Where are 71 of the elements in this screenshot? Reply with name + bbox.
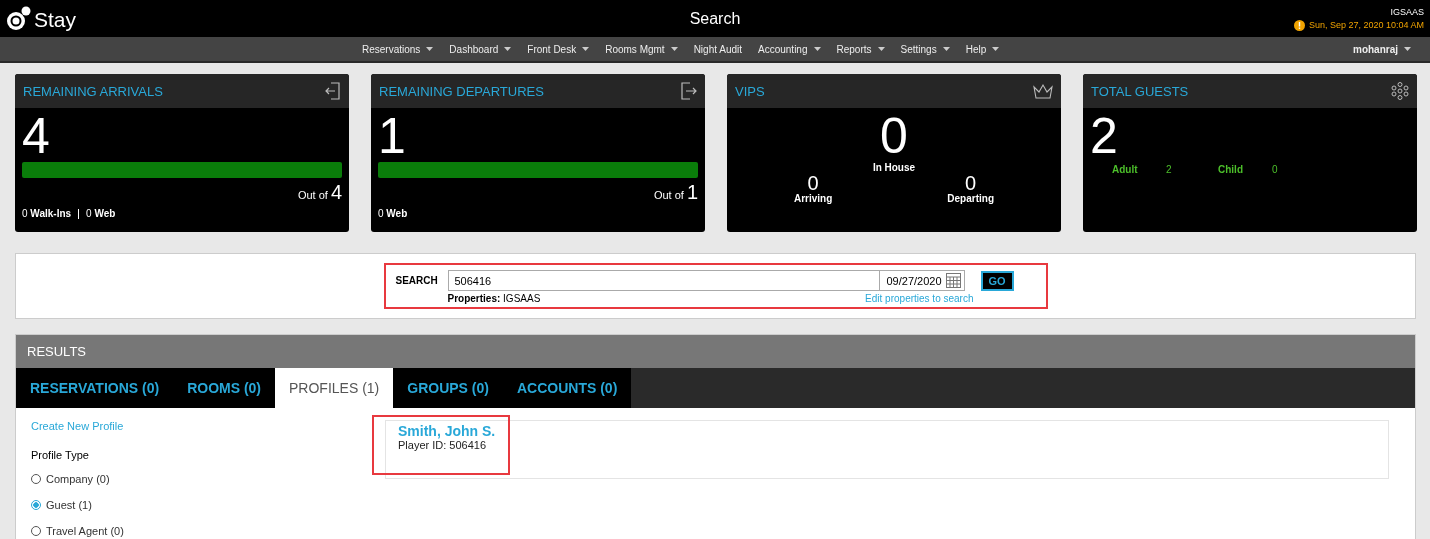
guest-type-count: 0 (1272, 164, 1279, 175)
count-value: 4 (22, 110, 50, 162)
user-menu[interactable]: mohanraj (1346, 41, 1418, 57)
results-tab[interactable]: RESERVATIONS (0) (16, 368, 174, 408)
breakdown-count: 0 Walk-Ins (22, 208, 72, 219)
departing-count: 0 (965, 173, 977, 193)
results-tab[interactable]: GROUPS (0) (393, 368, 503, 408)
properties-text: Properties: IGSAAS (447, 293, 541, 304)
caret-icon (942, 47, 950, 51)
search-field[interactable]: 506416 (447, 270, 880, 291)
profile-detail: Player ID: 506416 (398, 439, 488, 451)
nav-menu-item[interactable]: Reports (829, 41, 892, 57)
caret-icon (582, 47, 590, 51)
caret-icon (504, 47, 512, 51)
exit-icon (681, 82, 697, 100)
profile-type-option[interactable]: Guest (1) (31, 492, 92, 518)
nav-menu-item[interactable]: Reservations (355, 41, 441, 57)
results-tab[interactable]: PROFILES (1) (275, 368, 394, 408)
enter-icon (325, 82, 341, 100)
in-house-count: 0 (880, 110, 908, 162)
out-of-value: 4 (330, 181, 342, 204)
nav-menu-item[interactable]: Rooms Mgmt (598, 41, 685, 57)
guest-type-label: Child (1218, 164, 1244, 175)
caret-icon (1404, 47, 1411, 51)
card-title: TOTAL GUESTS (1091, 83, 1189, 99)
results-tab[interactable]: ROOMS (0) (173, 368, 276, 408)
crown-icon (1033, 83, 1053, 99)
nav-menu-item[interactable]: Night Audit (686, 41, 749, 57)
caret-icon (877, 47, 885, 51)
count-value: 1 (378, 110, 406, 162)
alert-icon (1293, 19, 1305, 31)
nav-menu-item[interactable]: Accounting (751, 41, 828, 57)
nav-menu-item[interactable]: Front Desk (520, 41, 597, 57)
profile-type-option[interactable]: Travel Agent (0) (31, 518, 124, 539)
logo-icon (6, 5, 32, 32)
profile-type-option[interactable]: Company (0) (31, 466, 110, 492)
out-of-label: Out of (653, 189, 684, 201)
filter-title: Profile Type (31, 449, 90, 461)
dots-icon (1391, 82, 1409, 100)
date-time: Sun, Sep 27, 2020 10:04 AM (1308, 20, 1424, 30)
radio-button[interactable] (31, 500, 41, 510)
nav-menu-item[interactable]: Dashboard (442, 41, 519, 57)
card-title: VIPS (735, 83, 765, 99)
count-value: 2 (1090, 110, 1118, 162)
calendar-icon[interactable] (945, 273, 961, 288)
breakdown-count: 0 Web (378, 208, 408, 219)
page-title: Search (689, 9, 741, 28)
date-field[interactable]: 09/27/2020 (879, 270, 965, 291)
caret-icon (670, 47, 678, 51)
caret-icon (992, 47, 1000, 51)
results-tab[interactable]: ACCOUNTS (0) (502, 368, 632, 408)
property-name: IGSAAS (1390, 6, 1424, 17)
guest-type-label: Adult (1112, 164, 1139, 175)
logo-text: Stay (34, 7, 77, 32)
arriving-label: Arriving (794, 193, 833, 204)
breakdown-count: 0 Web (86, 208, 116, 219)
guest-type-count: 2 (1166, 164, 1173, 175)
card-title: REMAINING ARRIVALS (23, 83, 163, 99)
in-house-label: In House (872, 162, 916, 173)
caret-icon (426, 47, 434, 51)
nav-menu-item[interactable]: Settings (893, 41, 957, 57)
caret-icon (813, 47, 821, 51)
arriving-count: 0 (807, 173, 819, 193)
out-of-value: 1 (686, 181, 698, 204)
departing-label: Departing (947, 193, 994, 204)
nav-menu-item[interactable]: Help (958, 41, 1007, 57)
search-label: SEARCH (395, 275, 439, 286)
results-header: RESULTS (16, 335, 1415, 368)
card-title: REMAINING DEPARTURES (379, 83, 544, 99)
go-button[interactable]: GO (980, 270, 1014, 291)
out-of-label: Out of (297, 189, 328, 201)
